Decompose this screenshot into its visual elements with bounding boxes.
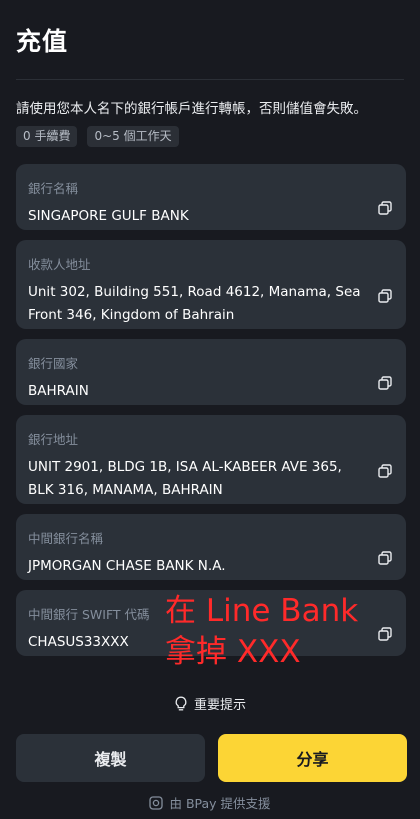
- field-value: JPMORGAN CHASE BANK N.A.: [28, 558, 226, 574]
- field-card-bank-country: 銀行國家 BAHRAIN: [16, 339, 406, 405]
- field-label: 銀行地址: [28, 432, 79, 447]
- field-label: 中間銀行名稱: [28, 531, 104, 546]
- field-card-bank-address: 銀行地址 UNIT 2901, BLDG 1B, ISA AL-KABEER A…: [16, 415, 406, 504]
- annotation-line-2: 拿掉 XXX: [165, 634, 301, 670]
- bpay-logo-icon: [149, 795, 164, 810]
- copy-icon[interactable]: [378, 627, 392, 641]
- copy-icon[interactable]: [378, 376, 392, 390]
- transfer-notice: 請使用您本人名下的銀行帳戶進行轉帳，否則儲值會失敗。: [16, 101, 367, 117]
- copy-icon[interactable]: [378, 551, 392, 565]
- powered-by-label: 由 BPay 提供支援: [169, 796, 271, 811]
- field-label: 銀行國家: [28, 356, 79, 371]
- header-divider: [16, 79, 404, 80]
- field-label: 收款人地址: [28, 257, 91, 272]
- page-title: 充值: [16, 27, 69, 56]
- copy-icon[interactable]: [378, 464, 392, 478]
- field-card-intermediary-bank-name: 中間銀行名稱 JPMORGAN CHASE BANK N.A.: [16, 514, 406, 580]
- copy-icon[interactable]: [378, 289, 392, 303]
- field-value: SINGAPORE GULF BANK: [28, 208, 189, 224]
- share-button[interactable]: 分享: [218, 734, 407, 782]
- field-value: Unit 302, Building 551, Road 4612, Manam…: [28, 284, 361, 323]
- tag-row: 0 手續費 0~5 個工作天: [16, 126, 179, 147]
- hint-label: 重要提示: [193, 698, 246, 713]
- important-hint-link[interactable]: 重要提示: [0, 694, 420, 713]
- lightbulb-icon: [175, 696, 187, 710]
- powered-by: 由 BPay 提供支援: [0, 793, 420, 812]
- field-card-bank-name: 銀行名稱 SINGAPORE GULF BANK: [16, 164, 406, 230]
- red-annotation: 在 Line Bank 拿掉 XXX: [165, 591, 358, 673]
- copy-icon[interactable]: [378, 201, 392, 215]
- annotation-line-1: 在 Line Bank: [165, 593, 359, 629]
- duration-tag: 0~5 個工作天: [87, 126, 179, 147]
- field-card-beneficiary-address: 收款人地址 Unit 302, Building 551, Road 4612,…: [16, 240, 406, 329]
- field-value: BAHRAIN: [28, 383, 89, 399]
- field-value: UNIT 2901, BLDG 1B, ISA AL-KABEER AVE 36…: [28, 459, 342, 498]
- field-label: 銀行名稱: [28, 181, 79, 196]
- copy-button[interactable]: 複製: [16, 734, 205, 782]
- fee-tag: 0 手續費: [16, 126, 78, 147]
